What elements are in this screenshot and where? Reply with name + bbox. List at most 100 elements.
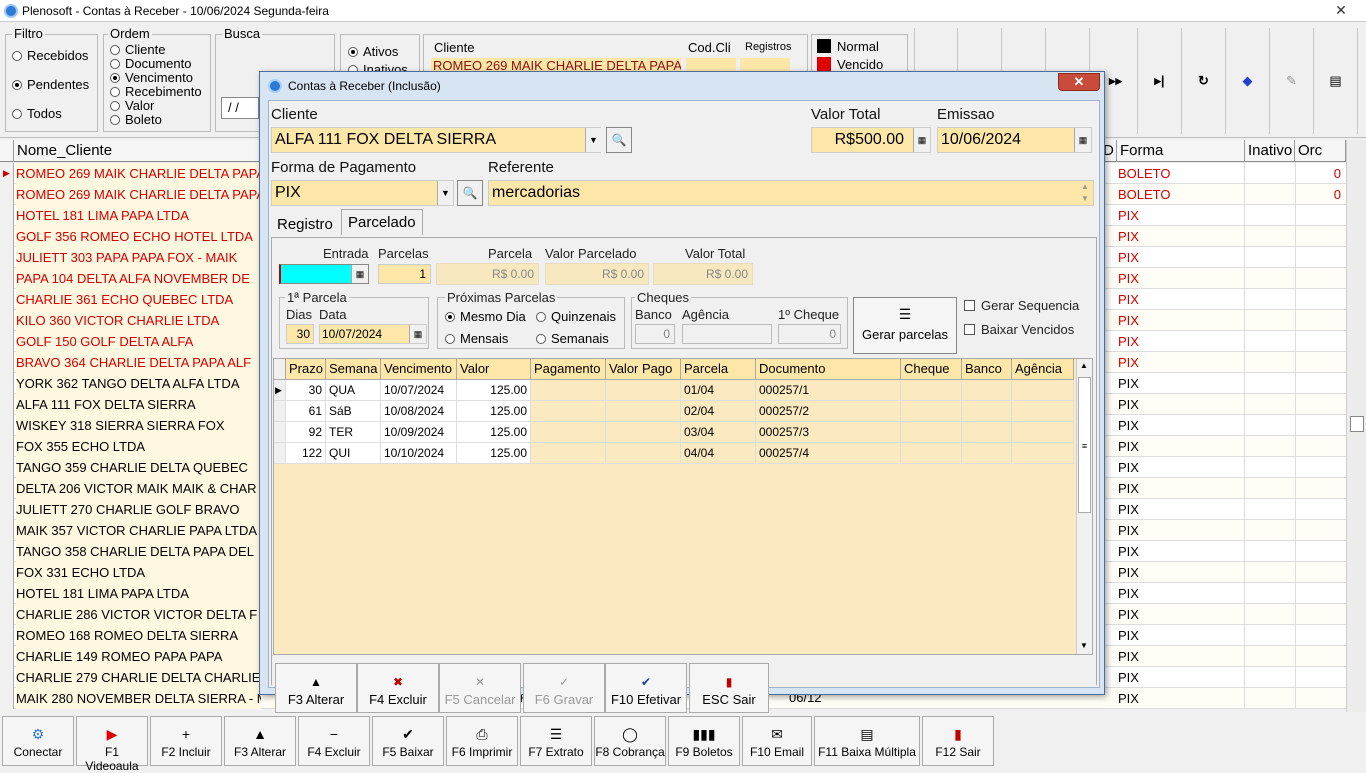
table-row[interactable]: ▶ 30 QUA 10/07/2024 125.00 01/04 000257/1 [274, 380, 1074, 401]
modal-cancelar-button[interactable]: ✕ F5 Cancelar [439, 663, 521, 713]
cell-valor[interactable]: 125.00 [457, 401, 531, 422]
tab-parcelado[interactable]: Parcelado [341, 209, 423, 235]
busca-input[interactable]: / / [221, 97, 259, 119]
cell-semana[interactable]: SáB [326, 401, 381, 422]
table-scrollbar[interactable]: ▲ ≡ ▼ [1076, 359, 1092, 654]
mensais-radio[interactable]: Mensais [445, 331, 508, 346]
window-close-button[interactable]: ✕ [1318, 0, 1364, 20]
incluir-button[interactable]: + F2 Incluir [150, 716, 222, 766]
email-button[interactable]: ✉ F10 Email [742, 716, 812, 766]
baixar-vencidos-checkbox[interactable]: Baixar Vencidos [964, 322, 1074, 337]
cobranca-button[interactable]: ◯ F8 Cobrança [594, 716, 666, 766]
cell-semana[interactable]: QUI [326, 443, 381, 464]
cell-prazo[interactable]: 30 [286, 380, 326, 401]
report-icon[interactable]: ▤ [1314, 28, 1358, 134]
ordem-valor-radio[interactable]: Valor [110, 99, 154, 113]
status-ativos-radio[interactable]: Ativos [348, 44, 398, 59]
grid-header-orc[interactable]: Orc [1295, 140, 1346, 162]
cell-vencimento[interactable]: 10/09/2024 [381, 422, 457, 443]
col-header-banco[interactable]: Banco [962, 359, 1012, 379]
modal-sair-button[interactable]: ▮ ESC Sair [689, 663, 769, 713]
cell-parcela[interactable]: 02/04 [681, 401, 756, 422]
ordem-documento-radio[interactable]: Documento [110, 57, 191, 71]
cell-documento[interactable]: 000257/4 [756, 443, 901, 464]
cell-prazo[interactable]: 92 [286, 422, 326, 443]
grid-scrollbar-thumb[interactable] [1350, 416, 1364, 432]
cell-vencimento[interactable]: 10/08/2024 [381, 401, 457, 422]
cell-banco[interactable] [962, 443, 1012, 464]
calendar-icon[interactable]: ▦ [1074, 128, 1091, 152]
col-header-vencimento[interactable]: Vencimento [381, 359, 457, 379]
eraser-icon[interactable]: ◆ [1226, 28, 1270, 134]
cell-banco[interactable] [962, 401, 1012, 422]
grid-scrollbar[interactable] [1346, 140, 1366, 712]
cell-valor[interactable]: 125.00 [457, 380, 531, 401]
grid-header-inativo[interactable]: Inativo [1245, 140, 1295, 162]
col-header-documento[interactable]: Documento [756, 359, 901, 379]
col-header-parcela[interactable]: Parcela [681, 359, 756, 379]
cell-agncia[interactable] [1012, 422, 1074, 443]
cell-documento[interactable]: 000257/1 [756, 380, 901, 401]
cliente-select[interactable]: ALFA 111 FOX DELTA SIERRA [271, 127, 601, 153]
conectar-button[interactable]: ⚙ Conectar [2, 716, 74, 766]
alterar-button[interactable]: ▲ F3 Alterar [224, 716, 296, 766]
scroll-down-icon[interactable]: ▼ [1080, 641, 1088, 650]
table-row[interactable]: 92 TER 10/09/2024 125.00 03/04 000257/3 [274, 422, 1074, 443]
cell-agncia[interactable] [1012, 380, 1074, 401]
imprimir-button[interactable]: ⎙ F6 Imprimir [446, 716, 518, 766]
goto-icon[interactable]: ✎ [1270, 28, 1314, 134]
gerar-sequencia-checkbox[interactable]: Gerar Sequencia [964, 298, 1079, 313]
cell-agncia[interactable] [1012, 443, 1074, 464]
cell-parcela[interactable]: 04/04 [681, 443, 756, 464]
cell-vencimento[interactable]: 10/07/2024 [381, 380, 457, 401]
table-row[interactable]: 122 QUI 10/10/2024 125.00 04/04 000257/4 [274, 443, 1074, 464]
refresh-icon[interactable]: ↻ [1182, 28, 1226, 134]
dialog-close-button[interactable]: ✕ [1058, 73, 1100, 91]
ordem-recebimento-radio[interactable]: Recebimento [110, 85, 202, 99]
cell-prazo[interactable]: 61 [286, 401, 326, 422]
forma-search-icon[interactable]: 🔍 [457, 180, 483, 206]
filtro-pendentes-radio[interactable]: Pendentes [12, 77, 89, 92]
baixa-multipla-button[interactable]: ▤ F11 Baixa Múltipla [814, 716, 920, 766]
col-header-cheque[interactable]: Cheque [901, 359, 962, 379]
col-header-semana[interactable]: Semana [326, 359, 381, 379]
cell-parcela[interactable]: 03/04 [681, 422, 756, 443]
baixar-button[interactable]: ✔ F5 Baixar [372, 716, 444, 766]
cell-semana[interactable]: TER [326, 422, 381, 443]
col-header-pagamento[interactable]: Pagamento [531, 359, 606, 379]
cell-cheque[interactable] [901, 380, 962, 401]
quinzenais-radio[interactable]: Quinzenais [536, 309, 616, 324]
cell-valor[interactable]: 125.00 [457, 422, 531, 443]
cell-valorpago[interactable] [606, 380, 681, 401]
col-header-prazo[interactable]: Prazo [286, 359, 326, 379]
cell-vencimento[interactable]: 10/10/2024 [381, 443, 457, 464]
modal-alterar-button[interactable]: ▲ F3 Alterar [275, 663, 357, 713]
cell-banco[interactable] [962, 422, 1012, 443]
ordem-cliente-radio[interactable]: Cliente [110, 43, 165, 57]
gerar-parcelas-button[interactable]: ☰ Gerar parcelas [853, 297, 957, 354]
cell-documento[interactable]: 000257/3 [756, 422, 901, 443]
data-calendar-icon[interactable]: ▦ [409, 325, 426, 343]
cell-cheque[interactable] [901, 401, 962, 422]
dias-input[interactable]: 30 [286, 324, 314, 344]
cell-cheque[interactable] [901, 443, 962, 464]
cell-banco[interactable] [962, 380, 1012, 401]
excluir-button[interactable]: − F4 Excluir [298, 716, 370, 766]
referente-scroll[interactable]: ▲ ▼ [1077, 181, 1093, 205]
referente-input[interactable]: mercadorias [488, 180, 1094, 206]
table-scrollbar-thumb[interactable]: ≡ [1078, 377, 1091, 513]
forma-dropdown-icon[interactable]: ▼ [437, 181, 453, 205]
modal-excluir-button[interactable]: ✖ F4 Excluir [357, 663, 439, 713]
modal-efetivar-button[interactable]: ✔ F10 Efetivar [605, 663, 687, 713]
cell-valorpago[interactable] [606, 401, 681, 422]
mesmo-dia-radio[interactable]: Mesmo Dia [445, 309, 526, 324]
calculator-icon[interactable]: ▦ [913, 128, 930, 152]
cell-cheque[interactable] [901, 422, 962, 443]
last-icon[interactable]: ▸| [1138, 28, 1182, 134]
cell-pagamento[interactable] [531, 401, 606, 422]
cell-semana[interactable]: QUA [326, 380, 381, 401]
cell-documento[interactable]: 000257/2 [756, 401, 901, 422]
modal-gravar-button[interactable]: ✓ F6 Gravar [523, 663, 605, 713]
cell-valor[interactable]: 125.00 [457, 443, 531, 464]
entrada-calculator-icon[interactable]: ▦ [351, 265, 368, 283]
